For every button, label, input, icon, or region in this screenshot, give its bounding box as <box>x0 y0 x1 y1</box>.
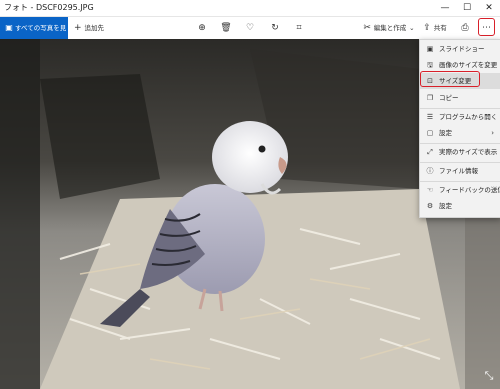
menu-item-label: 設定 <box>439 202 452 210</box>
chevron-down-icon: ⌄ <box>409 24 415 32</box>
fullscreen-icon[interactable]: ⤡ <box>482 369 496 383</box>
info-icon: ⓘ <box>426 167 434 175</box>
add-to-label: 追加先 <box>84 24 104 32</box>
menu-item-label: 実際のサイズで表示 <box>439 148 498 156</box>
print-icon: ⎙ <box>461 23 469 33</box>
zoom-icon: ⊕ <box>198 23 206 33</box>
open-with-icon: ☰ <box>426 113 434 121</box>
menu-item-settings[interactable]: ⚙ 設定 <box>420 198 500 214</box>
maximize-button[interactable]: ☐ <box>456 0 478 16</box>
window-title: フォト - DSCF0295.JPG <box>4 3 94 12</box>
menu-item-file-info[interactable]: ⓘ ファイル情報 <box>420 163 500 179</box>
menu-item-slideshow[interactable]: ▣ スライドショー <box>420 41 500 57</box>
edit-create-label: 編集と作成 <box>373 24 407 32</box>
trash-icon: 🗑 <box>220 23 232 33</box>
close-button[interactable]: ✕ <box>478 0 500 16</box>
add-to-button[interactable]: + 追加先 <box>72 17 106 39</box>
edit-create-button[interactable]: ✂ 編集と作成 ⌄ <box>363 17 415 39</box>
menu-item-label: スライドショー <box>439 45 485 53</box>
more-button-highlight <box>478 18 495 36</box>
photos-icon: ▣ <box>5 23 13 32</box>
share-button[interactable]: ⇪ 共有 <box>421 17 449 39</box>
set-as-icon: ▢ <box>426 129 434 137</box>
menu-item-label: コピー <box>439 94 459 102</box>
share-label: 共有 <box>433 24 447 32</box>
rotate-icon: ↻ <box>271 23 279 33</box>
delete-button[interactable]: 🗑 <box>219 17 233 39</box>
share-icon: ⇪ <box>423 23 431 33</box>
menu-item-label: フィードバックの送信 <box>439 186 500 194</box>
menu-item-copy[interactable]: ❐ コピー <box>420 90 500 106</box>
heart-icon: ♡ <box>245 23 255 33</box>
actual-size-icon: ⤢ <box>427 148 433 156</box>
resize-item-highlight <box>420 71 480 87</box>
copy-icon: ❐ <box>426 94 434 102</box>
gear-icon: ⚙ <box>426 202 434 210</box>
title-bar: フォト - DSCF0295.JPG — ☐ ✕ <box>0 0 500 17</box>
menu-item-label: ファイル情報 <box>439 167 478 175</box>
plus-icon: + <box>74 23 82 33</box>
edit-icon: ✂ <box>363 23 371 33</box>
minimize-button[interactable]: — <box>434 0 456 16</box>
menu-item-feedback[interactable]: ☜ フィードバックの送信 <box>420 182 500 198</box>
menu-item-set-as[interactable]: ▢ 設定 › <box>420 125 500 141</box>
all-photos-button[interactable]: ▣ すべての写真を見る <box>0 17 68 54</box>
feedback-icon: ☜ <box>426 186 434 194</box>
print-button[interactable]: ⎙ <box>458 17 472 39</box>
crop-icon: ⌗ <box>296 23 302 33</box>
menu-item-label: プログラムから開く <box>439 113 498 121</box>
slideshow-icon: ▣ <box>426 45 434 53</box>
menu-item-actual-size[interactable]: ⤢ 実際のサイズで表示 <box>420 144 500 160</box>
favorite-button[interactable]: ♡ <box>243 17 257 39</box>
chevron-right-icon: › <box>491 129 494 137</box>
zoom-button[interactable]: ⊕ <box>195 17 209 39</box>
more-options-menu: ▣ スライドショー 🖫 画像のサイズを変更 ⊡ サイズ変更 ❐ コピー ☰ プロ… <box>419 39 500 218</box>
menu-item-label: 設定 <box>439 129 452 137</box>
crop-button[interactable]: ⌗ <box>292 17 306 39</box>
menu-item-open-with[interactable]: ☰ プログラムから開く <box>420 109 500 125</box>
rotate-button[interactable]: ↻ <box>268 17 282 39</box>
